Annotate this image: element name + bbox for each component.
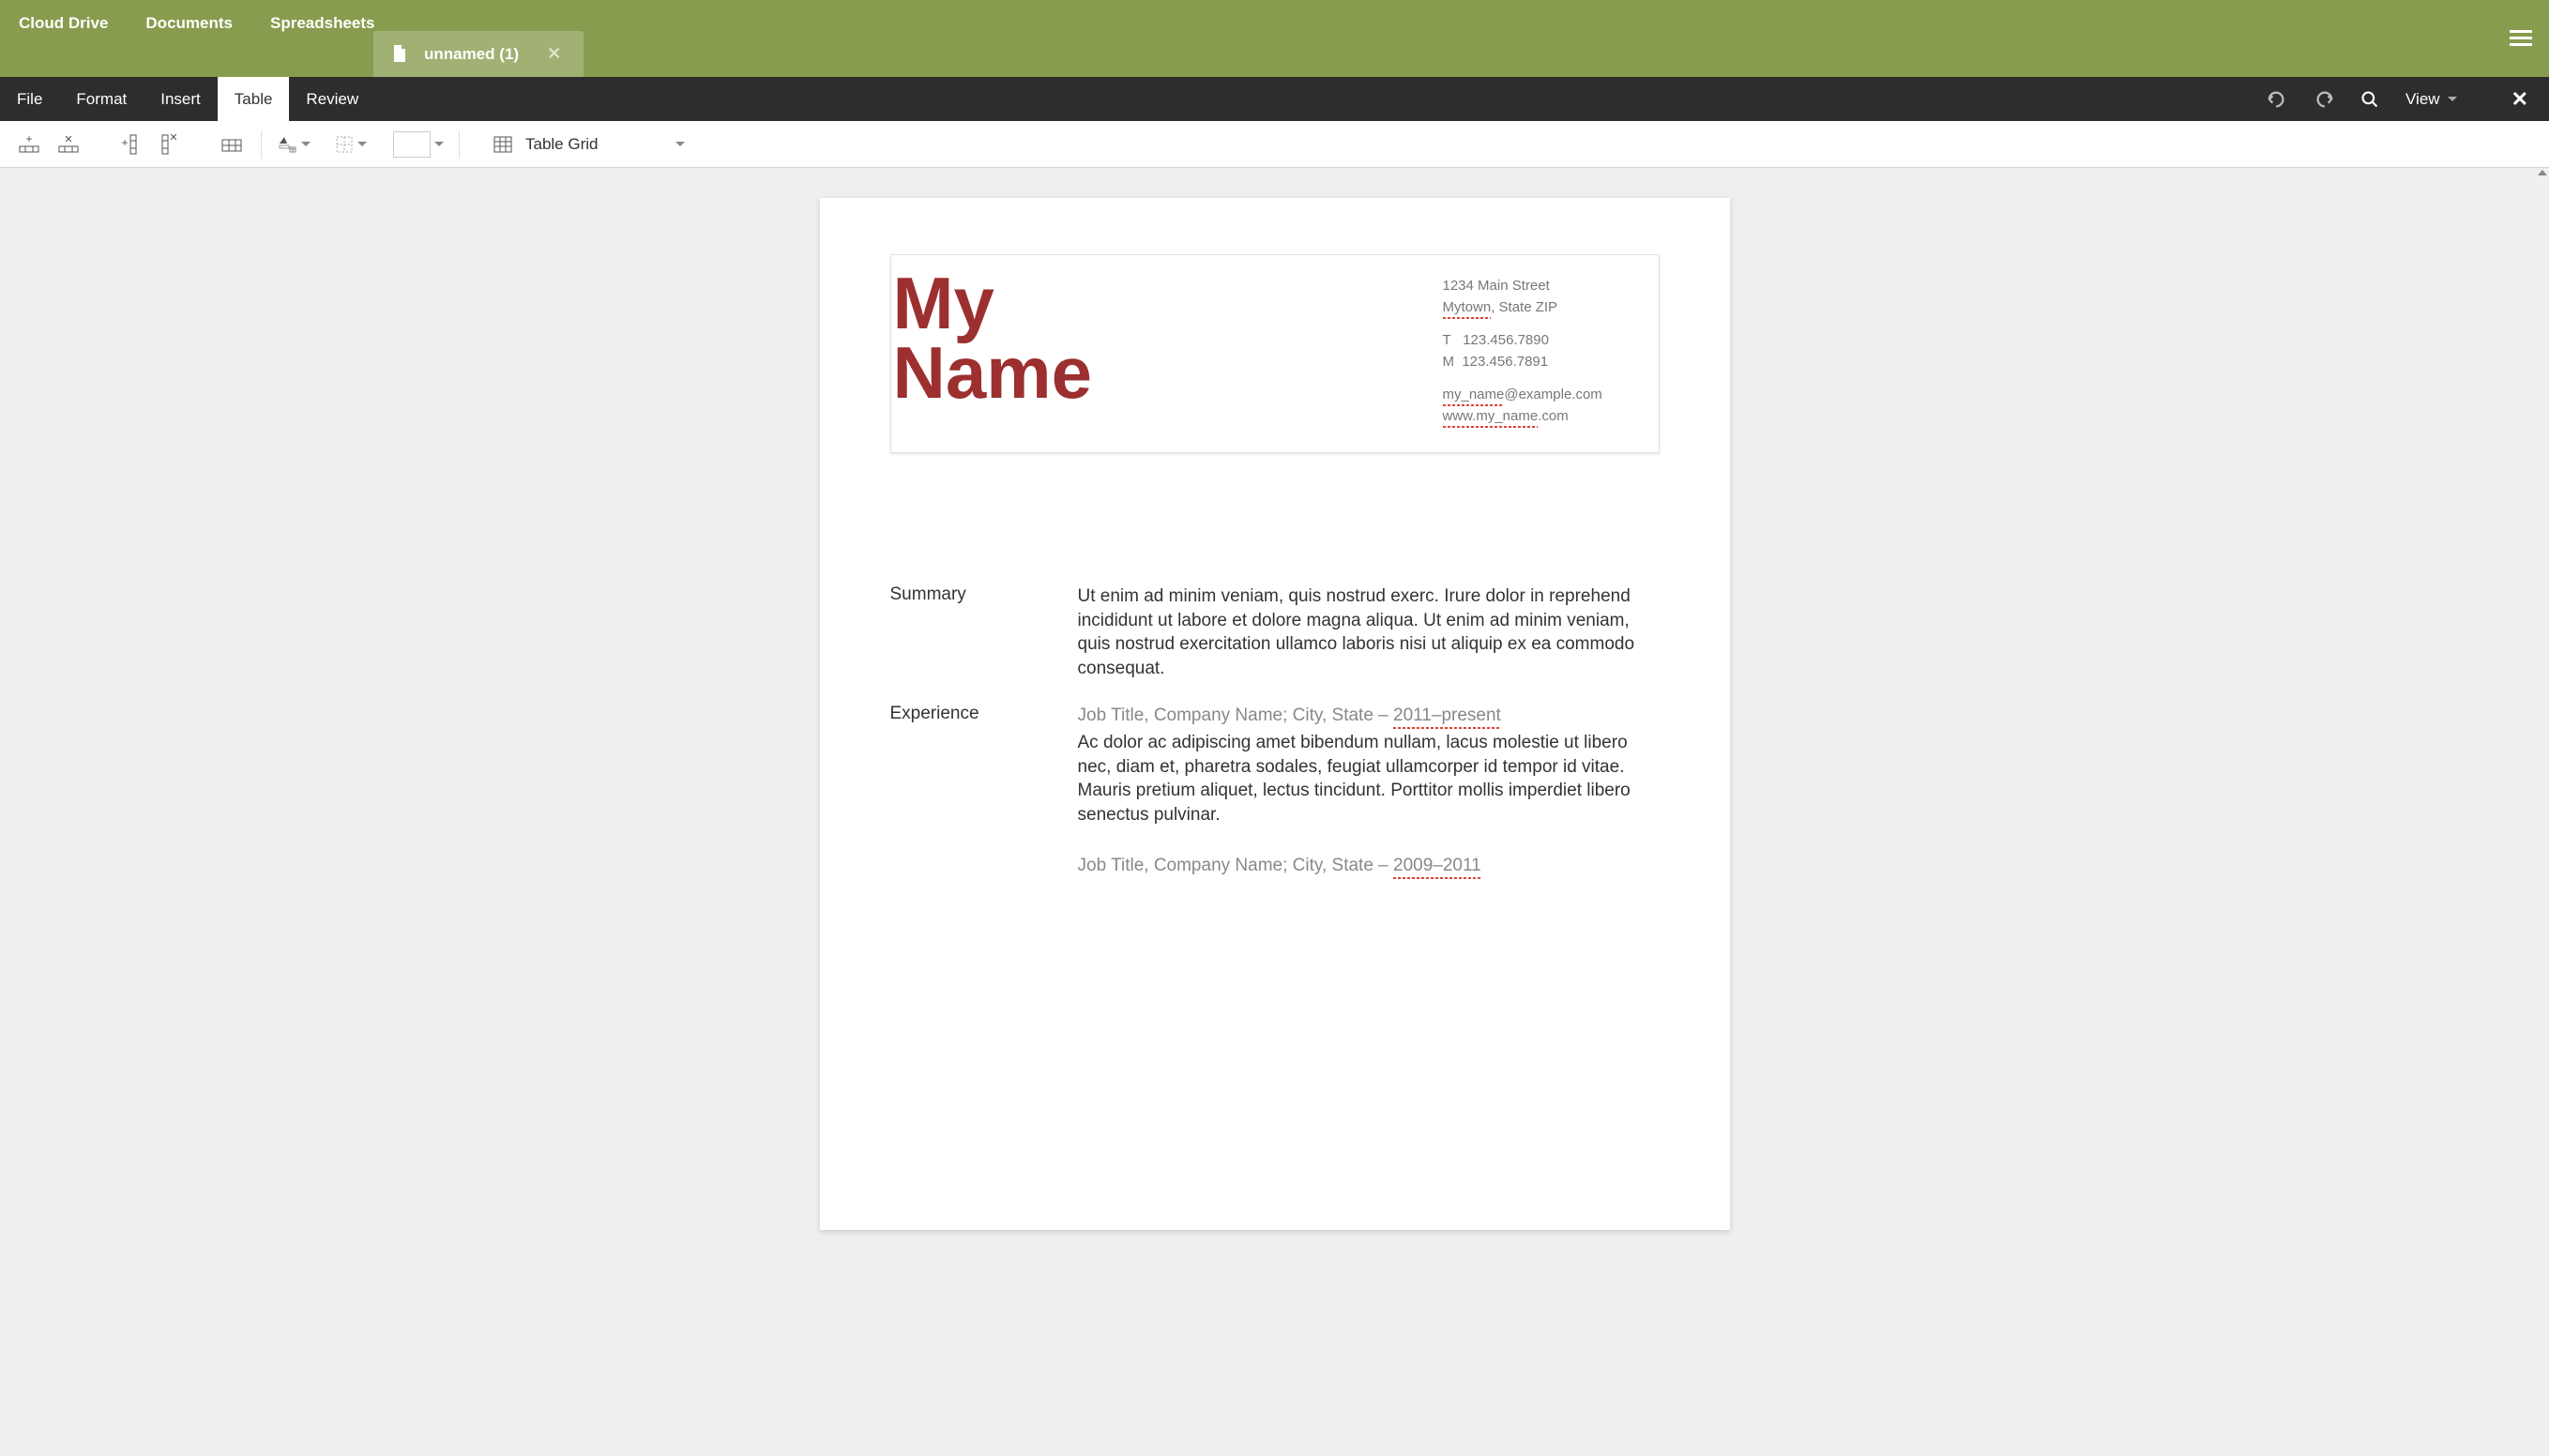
svg-text:+: + xyxy=(25,135,32,145)
contact-address2: Mytown, State ZIP xyxy=(1443,297,1649,317)
doc-tab-name: unnamed (1) xyxy=(424,45,519,64)
document-icon xyxy=(392,45,407,64)
border-color-dropdown[interactable] xyxy=(389,131,448,158)
contact-phone-t: T 123.456.7890 xyxy=(1443,330,1649,350)
contact-email: my_name@example.com xyxy=(1443,385,1649,404)
menu-table[interactable]: Table xyxy=(218,77,290,121)
top-header: Cloud Drive Documents Spreadsheets unnam… xyxy=(0,0,2549,77)
summary-text[interactable]: Ut enim ad minim veniam, quis nostrud ex… xyxy=(1078,584,1660,681)
menu-bar: File Format Insert Table Review View ✕ xyxy=(0,77,2549,121)
resume-header-table[interactable]: My Name 1234 Main Street Mytown, State Z… xyxy=(890,254,1660,453)
fill-color-dropdown[interactable] xyxy=(273,134,314,155)
menu-format[interactable]: Format xyxy=(59,77,144,121)
table-style-label: Table Grid xyxy=(525,135,598,154)
chevron-down-icon xyxy=(675,142,685,146)
close-icon[interactable]: ✕ xyxy=(547,44,561,64)
table-toolbar: + ✕ + ✕ xyxy=(0,121,2549,168)
nav-documents[interactable]: Documents xyxy=(127,0,251,47)
svg-text:✕: ✕ xyxy=(64,135,72,145)
scroll-up-arrow[interactable] xyxy=(2538,170,2547,175)
close-panel-icon[interactable]: ✕ xyxy=(2511,87,2528,112)
contact-phone-m: M 123.456.7891 xyxy=(1443,352,1649,372)
job1-header: Job Title, Company Name; City, State – 2… xyxy=(1078,704,1660,728)
doc-tab-container: unnamed (1) ✕ xyxy=(373,31,584,77)
search-icon[interactable] xyxy=(2360,90,2379,109)
svg-text:✕: ✕ xyxy=(169,133,177,144)
resume-content[interactable]: Summary Ut enim ad minim veniam, quis no… xyxy=(890,584,1660,881)
toolbar-separator xyxy=(261,130,262,159)
nav-cloud-drive[interactable]: Cloud Drive xyxy=(0,0,127,47)
menu-right: View ✕ xyxy=(2267,87,2549,112)
experience-body[interactable]: Job Title, Company Name; City, State – 2… xyxy=(1078,704,1660,882)
hamburger-menu-icon[interactable] xyxy=(2510,26,2532,50)
menu-review[interactable]: Review xyxy=(289,77,375,121)
view-label: View xyxy=(2405,90,2440,109)
chevron-down-icon xyxy=(301,142,311,146)
toolbar-separator xyxy=(459,130,460,159)
delete-column-icon[interactable]: ✕ xyxy=(152,128,188,161)
delete-table-icon[interactable] xyxy=(214,128,250,161)
document-area[interactable]: My Name 1234 Main Street Mytown, State Z… xyxy=(0,168,2549,1456)
page-canvas[interactable]: My Name 1234 Main Street Mytown, State Z… xyxy=(820,198,1730,1230)
resume-contact-cell[interactable]: 1234 Main Street Mytown, State ZIP T 123… xyxy=(1434,255,1659,452)
border-style-dropdown[interactable] xyxy=(331,135,371,154)
insert-row-icon[interactable]: + xyxy=(11,128,47,161)
summary-row: Summary Ut enim ad minim veniam, quis no… xyxy=(890,584,1660,681)
job1-description: Ac dolor ac adipiscing amet bibendum nul… xyxy=(1078,731,1660,827)
insert-column-icon[interactable]: + xyxy=(113,128,148,161)
menu-file[interactable]: File xyxy=(0,77,59,121)
redo-icon[interactable] xyxy=(2314,89,2334,110)
menu-insert[interactable]: Insert xyxy=(144,77,218,121)
svg-text:+: + xyxy=(121,136,128,149)
table-style-dropdown[interactable]: Table Grid xyxy=(486,131,692,158)
chevron-down-icon xyxy=(357,142,367,146)
color-swatch xyxy=(393,131,431,158)
doc-tab[interactable]: unnamed (1) ✕ xyxy=(373,31,584,77)
experience-label: Experience xyxy=(890,704,1078,882)
fill-color-icon xyxy=(277,134,297,155)
summary-label: Summary xyxy=(890,584,1078,681)
undo-icon[interactable] xyxy=(2267,89,2287,110)
contact-address1: 1234 Main Street xyxy=(1443,276,1649,296)
view-dropdown[interactable]: View xyxy=(2405,90,2457,109)
name-line2: Name xyxy=(893,331,1092,414)
resume-name-cell[interactable]: My Name xyxy=(891,255,1434,452)
experience-row: Experience Job Title, Company Name; City… xyxy=(890,704,1660,882)
chevron-down-icon xyxy=(2448,97,2457,101)
table-grid-icon xyxy=(493,136,512,153)
top-nav: Cloud Drive Documents Spreadsheets xyxy=(0,0,393,47)
job2-header: Job Title, Company Name; City, State – 2… xyxy=(1078,854,1660,878)
chevron-down-icon xyxy=(434,142,444,146)
nav-spreadsheets[interactable]: Spreadsheets xyxy=(251,0,394,47)
borders-icon xyxy=(335,135,354,154)
contact-website: www.my_name.com xyxy=(1443,406,1649,426)
delete-row-icon[interactable]: ✕ xyxy=(51,128,86,161)
